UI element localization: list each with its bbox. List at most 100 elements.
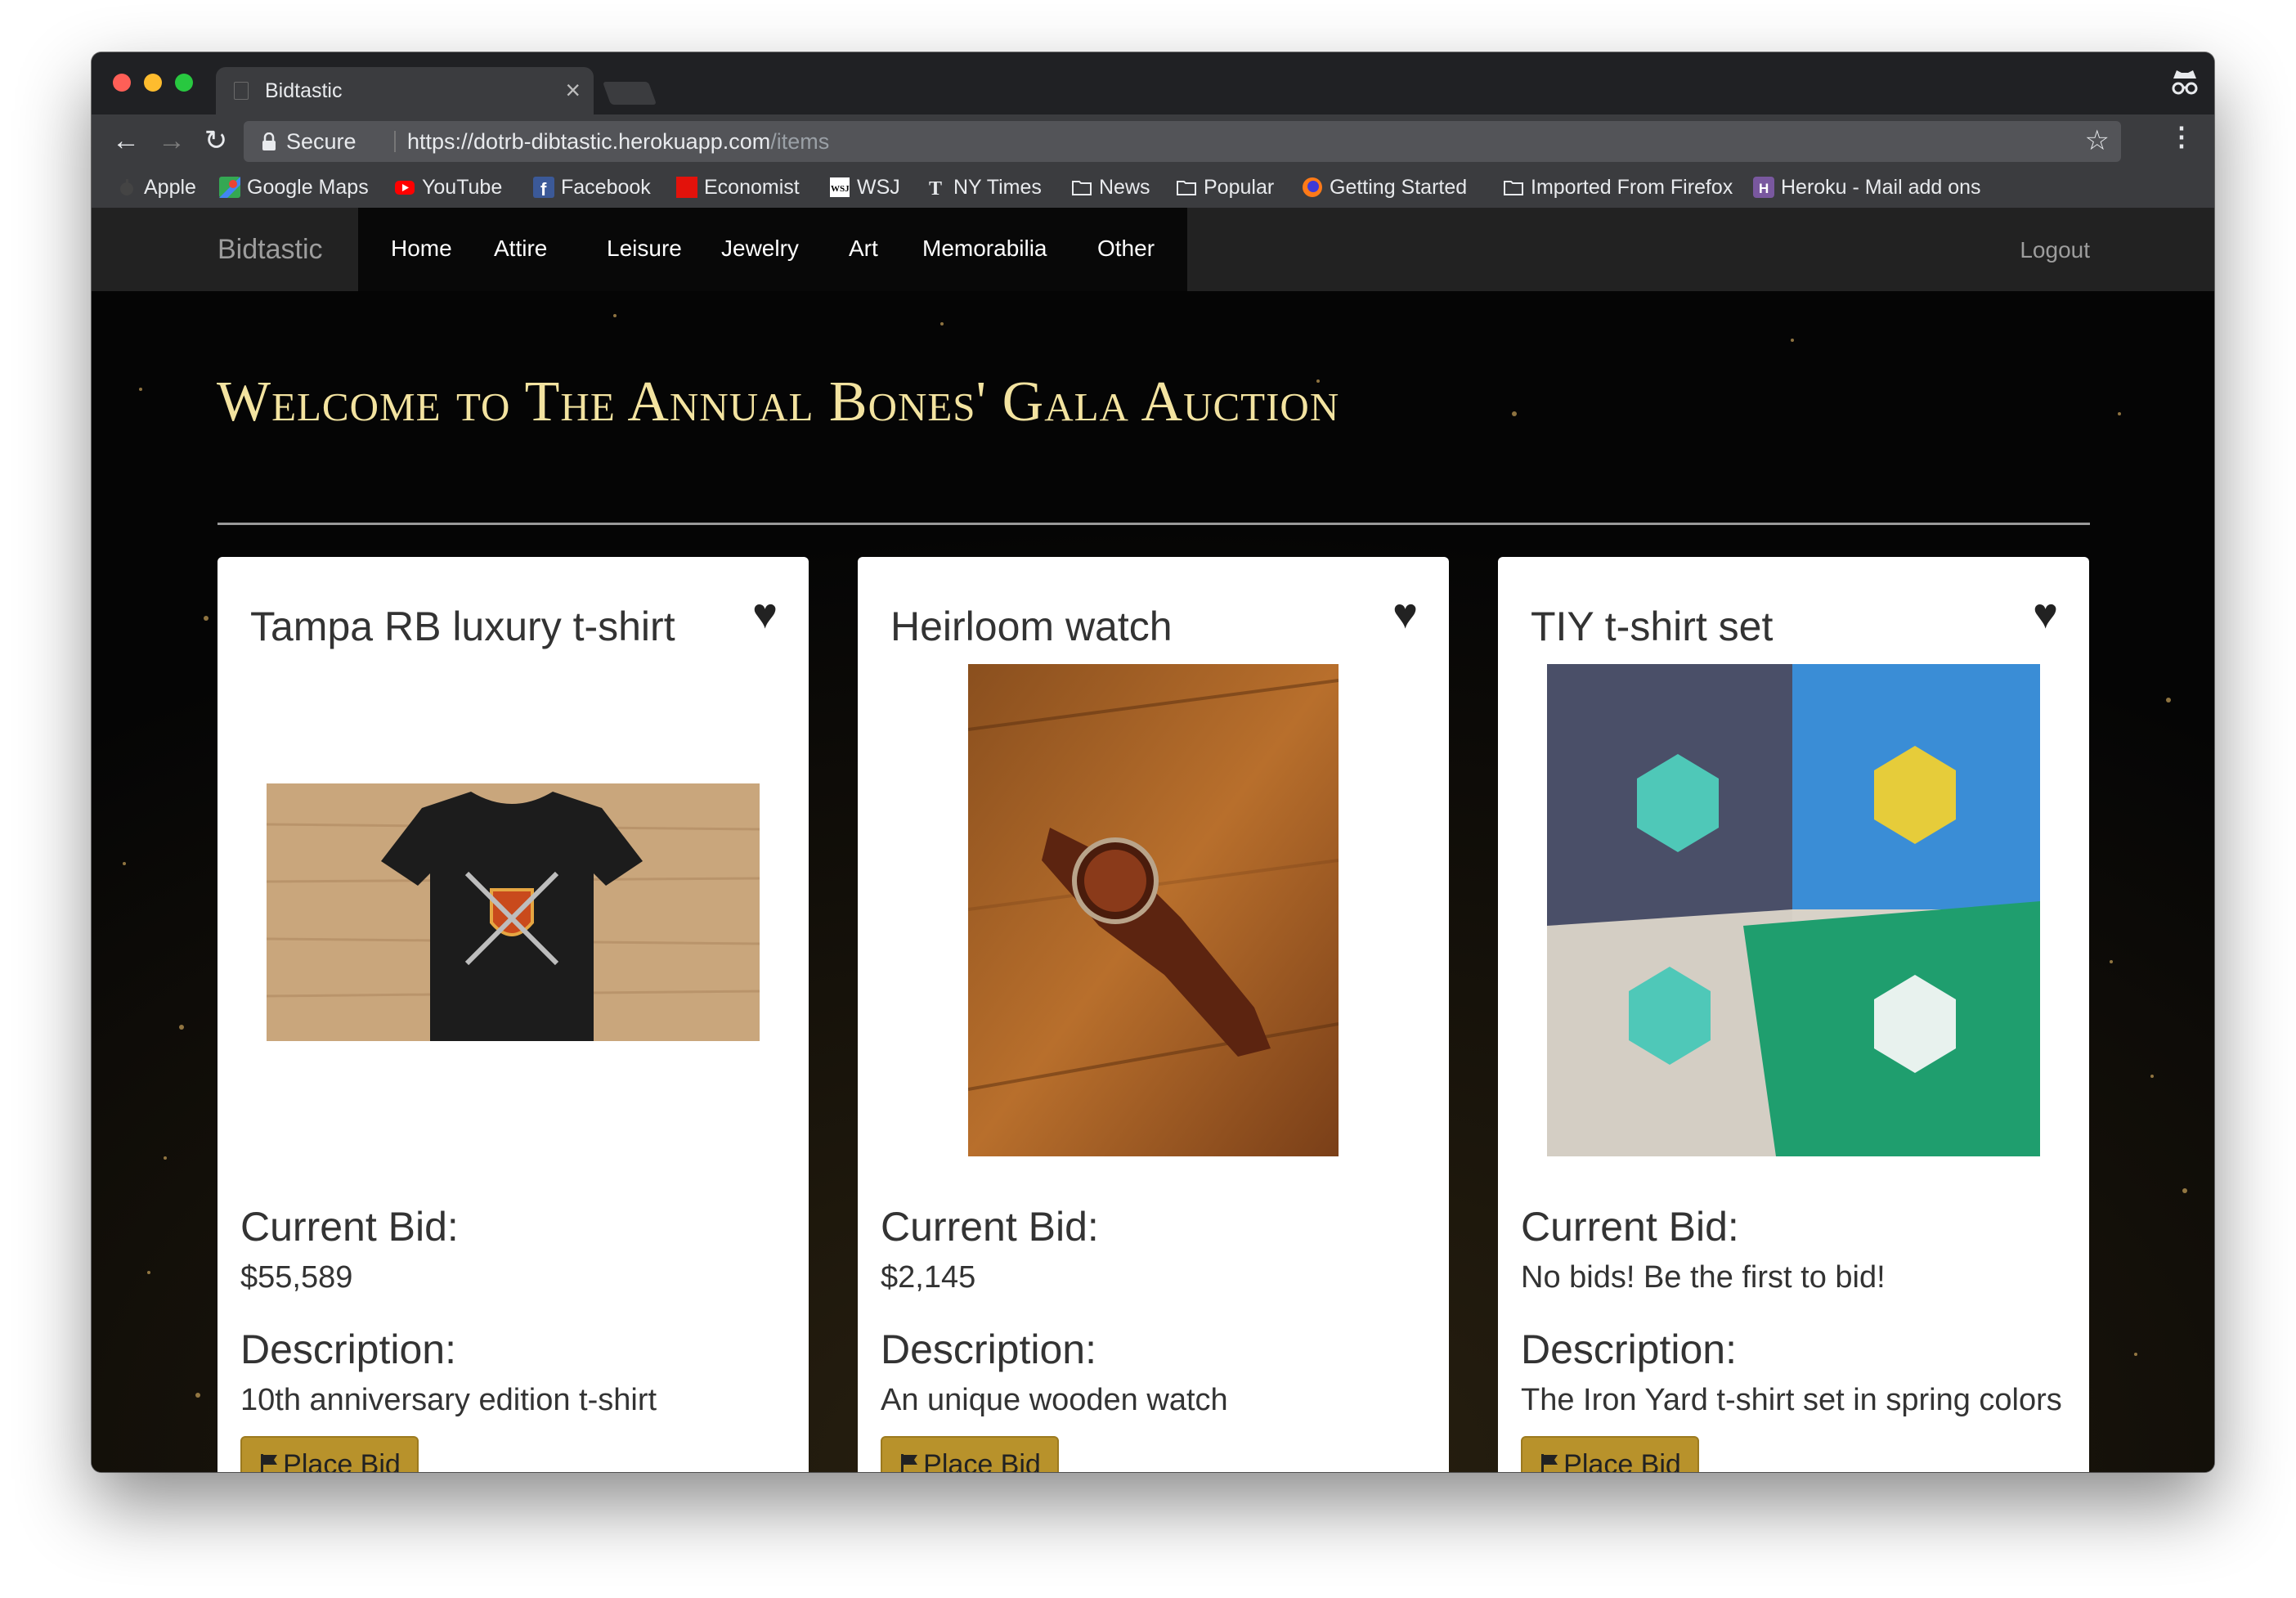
url-base: https://dotrb-dibtastic.herokuapp.com [407,129,771,154]
flag-icon [261,1454,278,1472]
nytimes-icon: T [929,178,942,198]
nav-memorabilia[interactable]: Memorabilia [922,236,1047,262]
place-bid-button[interactable]: Place Bid [1521,1436,1699,1472]
url-path: /items [770,129,830,154]
back-arrow-icon[interactable]: ← [108,123,144,159]
address-bar[interactable]: Secure https://dotrb-dibtastic.herokuapp… [244,121,2121,162]
bookmark-economist[interactable]: Economist [676,175,800,200]
bookmark-label: NY Times [953,175,1042,199]
tab-strip: Bidtastic × [92,52,2214,114]
economist-icon [676,177,697,198]
svg-text:f: f [540,179,547,198]
item-image [1547,664,2040,1156]
bookmark-label: Google Maps [247,175,369,199]
bookmark-label: Apple [144,175,196,199]
current-bid-value: $55,589 [240,1260,353,1295]
browser-window: Bidtastic × ← → ↻ Secure https://dotrb-d… [92,52,2214,1472]
heroku-icon: H [1753,177,1774,198]
svg-text:WSJ: WSJ [831,184,850,194]
description-label: Description: [881,1326,1096,1372]
browser-menu-icon[interactable]: ⋮ [2168,121,2195,152]
bookmark-label: Imported From Firefox [1531,175,1733,199]
close-window-button[interactable] [113,74,131,92]
folder-icon [1177,181,1196,195]
item-title: TIY t-shirt set [1531,604,1774,649]
place-bid-label: Place Bid [283,1448,401,1473]
bookmark-popular[interactable]: Popular [1176,175,1274,200]
title-divider [217,523,2090,525]
place-bid-button[interactable]: Place Bid [881,1436,1059,1472]
current-bid-value: No bids! Be the first to bid! [1521,1260,1886,1295]
item-image [267,783,760,1041]
bookmarks-bar: Apple Google Maps YouTube f Facebook Eco… [92,168,2214,208]
bookmark-facebook[interactable]: f Facebook [533,175,651,200]
current-bid-value: $2,145 [881,1260,976,1295]
bookmark-youtube[interactable]: YouTube [394,175,502,200]
bookmark-star-icon[interactable]: ☆ [2085,124,2110,157]
bookmark-wsj[interactable]: WSJ WSJ [829,175,900,200]
svg-text:T: T [929,178,942,198]
nav-links: Home Attire Leisure Jewelry Art Memorabi… [358,208,1187,291]
item-image [968,664,1339,1156]
item-title: Heirloom watch [890,604,1173,649]
browser-tab[interactable]: Bidtastic × [216,67,594,114]
firefox-icon [1303,177,1322,197]
nav-art[interactable]: Art [849,236,878,262]
favorite-heart-icon[interactable]: ♥ [2033,590,2058,639]
apple-icon [120,179,133,195]
bookmark-news[interactable]: News [1071,175,1150,200]
nav-other[interactable]: Other [1097,236,1155,262]
bookmark-label: WSJ [857,175,900,199]
description-value: 10th anniversary edition t-shirt [240,1383,657,1417]
bookmark-label: Heroku - Mail add ons [1781,175,1981,199]
nav-home[interactable]: Home [391,236,452,262]
place-bid-label: Place Bid [923,1448,1041,1473]
description-label: Description: [1521,1326,1737,1372]
url-text[interactable]: https://dotrb-dibtastic.herokuapp.com/it… [407,129,829,155]
secure-label: Secure [286,129,357,154]
favorite-heart-icon[interactable]: ♥ [1392,590,1418,639]
reload-icon[interactable]: ↻ [198,123,234,159]
page-title: Welcome to The Annual Bones' Gala Auctio… [217,370,1340,433]
description-label: Description: [240,1326,456,1372]
bookmark-label: Popular [1204,175,1275,199]
maximize-window-button[interactable] [175,74,193,92]
bookmark-label: Getting Started [1330,175,1468,199]
nav-jewelry[interactable]: Jewelry [721,236,799,262]
youtube-icon [395,181,415,195]
google-maps-icon [219,177,240,198]
place-bid-label: Place Bid [1563,1448,1681,1473]
place-bid-button[interactable]: Place Bid [240,1436,419,1472]
close-tab-icon[interactable]: × [565,75,581,105]
lock-icon [262,132,276,150]
url-divider [394,131,396,152]
tab-title: Bidtastic [265,79,343,102]
forward-arrow-icon[interactable]: → [154,123,190,159]
wsj-icon: WSJ [830,177,850,197]
bookmark-heroku[interactable]: H Heroku - Mail add ons [1753,175,1981,200]
bookmark-label: Facebook [561,175,651,199]
bookmark-google-maps[interactable]: Google Maps [219,175,369,200]
nav-leisure[interactable]: Leisure [607,236,682,262]
item-title: Tampa RB luxury t-shirt [250,604,675,649]
bookmark-imported-from-firefox[interactable]: Imported From Firefox [1503,175,1733,200]
nav-attire[interactable]: Attire [494,236,547,262]
bookmark-nytimes[interactable]: T NY Times [926,175,1042,200]
svg-text:H: H [1759,181,1769,196]
site-brand[interactable]: Bidtastic [217,234,323,266]
incognito-icon [2172,70,2198,95]
logout-link[interactable]: Logout [2020,237,2090,263]
bookmark-getting-started[interactable]: Getting Started [1302,175,1467,200]
current-bid-label: Current Bid: [1521,1204,1739,1250]
new-tab-button[interactable] [602,82,657,105]
favorite-heart-icon[interactable]: ♥ [752,590,778,639]
current-bid-label: Current Bid: [240,1204,459,1250]
flag-icon [1541,1454,1558,1472]
bookmark-label: Economist [704,175,800,199]
flag-icon [901,1454,918,1472]
minimize-window-button[interactable] [144,74,162,92]
bookmark-apple[interactable]: Apple [116,175,196,200]
folder-icon [1504,181,1523,195]
browser-toolbar: ← → ↻ Secure https://dotrb-dibtastic.her… [92,114,2214,168]
current-bid-label: Current Bid: [881,1204,1099,1250]
